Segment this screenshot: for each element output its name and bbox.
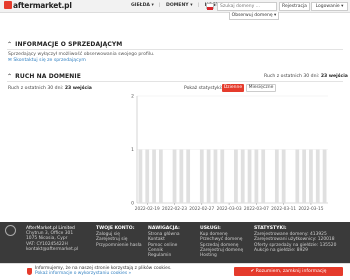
footer-stats-heading: STATYSTYKI:	[254, 226, 287, 231]
chart-bar	[295, 149, 300, 203]
chart-bar	[281, 149, 286, 203]
chart-bar	[158, 149, 163, 203]
footer-services: USŁUGI: Kup domenę Przechwyć domenę Sprz…	[200, 226, 243, 258]
chart-bar	[213, 149, 218, 203]
traffic-chart: 0122022-02-19 2022-02-23 2022-02-27 2022-03…	[131, 94, 328, 212]
x-tick-label: 2022-02-27	[189, 206, 214, 212]
chart-bar	[199, 149, 204, 203]
footer-navigation: NAWIGACJA: Strona główna Kontakt Pomoc o…	[148, 226, 180, 258]
x-tick-label: 2022-02-23	[162, 206, 187, 212]
cookie-banner: Informujemy, że na naszej stronie korzys…	[0, 263, 350, 280]
y-tick-label: 2	[131, 94, 134, 100]
chart-bar	[309, 149, 313, 203]
y-tick-label: 1	[131, 147, 134, 153]
footer-account: TWOJE KONTO: Zaloguj się Zarejestruj się…	[96, 226, 142, 248]
chart-bar	[240, 149, 245, 203]
x-tick-label: 2022-03-07	[244, 206, 269, 212]
footer-link[interactable]: Hosting	[200, 253, 243, 258]
chart-bar	[261, 149, 266, 203]
chart-bar	[152, 149, 156, 203]
footer-stats: STATYSTYKI: Zarejestrowane domeny: 41392…	[254, 226, 336, 253]
cookie-accept-button[interactable]: ✔ Rozumiem, zamknij informację	[234, 267, 343, 276]
stat-line: Aukcje na giełdzie: 8929	[254, 247, 308, 253]
x-tick-label: 2022-03-11	[271, 206, 296, 212]
chart-bar	[274, 149, 279, 203]
chart-bar	[145, 149, 150, 203]
chart-bar	[220, 149, 225, 203]
stat-line: Zarejestrowani użytkownicy: 120018	[254, 237, 335, 243]
chart-bar	[247, 149, 252, 203]
footer-nav-heading: NAWIGACJA:	[148, 226, 180, 231]
chart-bar	[302, 149, 307, 203]
cookie-shield-icon	[27, 268, 32, 275]
chart-bar	[315, 149, 320, 203]
company-logo-icon	[5, 225, 16, 236]
footer-link[interactable]: Przechwyć domenę	[200, 237, 243, 242]
y-tick-label: 0	[131, 201, 134, 207]
footer-services-heading: USŁUGI:	[200, 226, 221, 231]
chart-bar	[206, 149, 211, 203]
chart-bar	[234, 149, 238, 203]
cookie-info-link[interactable]: Pokaż informacje o wykorzystaniu cookies…	[35, 271, 172, 276]
chart-bar	[179, 149, 184, 203]
cookie-text: Informujemy, że na naszej stronie korzys…	[35, 266, 172, 276]
x-tick-label: 2022-03-15	[298, 206, 323, 212]
footer-link[interactable]: Regulamin	[148, 253, 180, 258]
footer-company: AfterMarket.pl Limited Chytrun 3, Office…	[26, 226, 78, 252]
footer-account-heading: TWOJE KONTO:	[96, 226, 135, 231]
chart-bar	[254, 149, 259, 203]
company-email[interactable]: kontakt@aftermarket.pl	[26, 247, 78, 252]
footer-link[interactable]: Przypomnienie hasła	[96, 243, 142, 248]
x-tick-label: 2022-03-03	[217, 206, 242, 212]
chart-bar	[322, 149, 327, 203]
x-tick-label: 2022-02-19	[135, 206, 160, 212]
chart-bar	[186, 149, 191, 203]
chart-bar	[138, 149, 143, 203]
chart-bar	[172, 149, 177, 203]
